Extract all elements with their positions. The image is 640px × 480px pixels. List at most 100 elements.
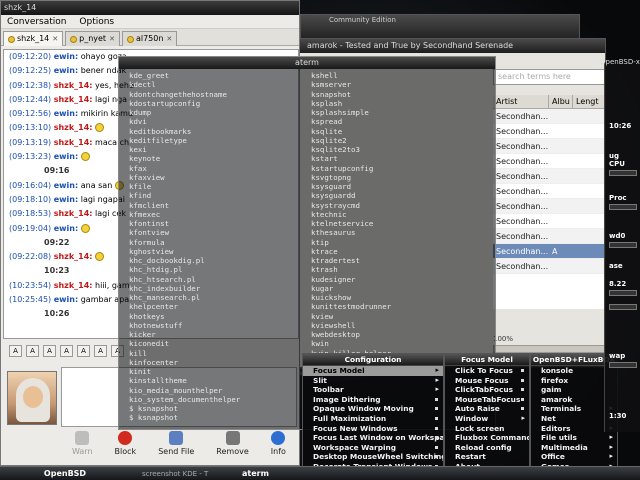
focus-model-menu[interactable]: Focus Model Click To Focus Mouse Focus Clic… xyxy=(444,353,530,479)
menu-item-mousetabfocus[interactable]: MouseTabFocus xyxy=(445,395,529,405)
terminal-line: kfind xyxy=(129,191,152,201)
task-screenshot[interactable]: screenshot KDE - T xyxy=(130,470,230,478)
close-tab-icon[interactable]: ✕ xyxy=(166,32,172,46)
dockapp-label: wd0 xyxy=(609,232,626,240)
menu-item-multimedia[interactable]: Multimedia xyxy=(531,443,617,453)
playlist-row[interactable]: Secondhan... A xyxy=(493,244,605,259)
block-button[interactable]: Block xyxy=(114,431,137,461)
workspace-name[interactable]: OpenBSD xyxy=(0,469,130,478)
tab-shzk_14[interactable]: shzk_14 ✕ xyxy=(3,31,64,46)
menu-item-office[interactable]: Office xyxy=(531,452,617,462)
warn-button[interactable]: Warn xyxy=(72,431,93,461)
close-tab-icon[interactable]: ✕ xyxy=(52,32,58,46)
menu-item-auto-raise[interactable]: Auto Raise xyxy=(445,404,529,414)
terminal-line: khelpcenter xyxy=(129,302,178,312)
message-time: (09:22:08) xyxy=(9,252,52,262)
terminal-line: ksnapshot xyxy=(311,89,352,99)
playlist-row[interactable]: Secondhan... xyxy=(493,184,605,199)
chat-actions: Warn Block Send File Remove Info xyxy=(61,431,297,461)
tab-p_nyet[interactable]: p_nyet ✕ xyxy=(65,31,120,46)
menu-options[interactable]: Options xyxy=(79,17,114,27)
playlist-row[interactable]: Secondhan... xyxy=(493,139,605,154)
task-aterm[interactable]: aterm xyxy=(230,469,330,478)
smiley-icon xyxy=(95,123,105,133)
tab-al750n[interactable]: al750n ✕ xyxy=(121,31,178,46)
column-length[interactable]: Lengt xyxy=(573,95,605,108)
menu-item-focus-last-window-on-workspace[interactable]: Focus Last Window on Workspace xyxy=(303,433,443,443)
row-album xyxy=(549,124,573,138)
message-nick: ewin: xyxy=(53,109,79,119)
configuration-menu[interactable]: ConfigurationFocus ModelSlitToolbarImage… xyxy=(302,353,444,479)
playlist-row[interactable]: Secondhan... xyxy=(493,214,605,229)
send-file-button[interactable]: Send File xyxy=(158,431,194,461)
terminal-line: keynote xyxy=(129,154,161,164)
menu-item-reload-config[interactable]: Reload config xyxy=(445,443,529,453)
menu-item-mouse-focus[interactable]: Mouse Focus xyxy=(445,376,529,386)
message-text: ana san xyxy=(78,180,113,190)
menu-item-window[interactable]: Window xyxy=(445,414,529,424)
terminal-line: kviewshell xyxy=(311,320,356,330)
column-artist[interactable]: Artist xyxy=(493,95,549,108)
row-album xyxy=(549,139,573,153)
row-artist: Secondhan... xyxy=(496,232,549,241)
menu-item-toolbar[interactable]: Toolbar xyxy=(303,385,443,395)
playlist-row[interactable]: Secondhan... xyxy=(493,259,605,274)
format-button[interactable]: A xyxy=(26,345,39,357)
dockapp-meter xyxy=(609,290,637,296)
menu-item-file-utils[interactable]: File utils xyxy=(531,433,617,443)
info-button[interactable]: Info xyxy=(271,431,286,461)
menu-item-lock-screen[interactable]: Lock screen xyxy=(445,424,529,434)
dockapp-label: 10:26 xyxy=(609,122,632,130)
menu-item-image-dithering[interactable]: Image Dithering xyxy=(303,395,443,405)
terminal-line: kicker xyxy=(129,330,156,339)
format-button[interactable]: A xyxy=(9,345,22,357)
message-time: (09:12:44) xyxy=(9,94,52,104)
menu-item-focus-new-windows[interactable]: Focus New Windows xyxy=(303,424,443,434)
progress-bar[interactable] xyxy=(493,345,605,353)
format-button[interactable]: A xyxy=(60,345,73,357)
terminal-line: ktelnetservice xyxy=(311,219,374,228)
playlist-row[interactable]: Secondhan... xyxy=(493,124,605,139)
menu-item-fluxbox-command[interactable]: Fluxbox Command xyxy=(445,433,529,443)
terminal-line: ktradertest xyxy=(311,256,360,265)
menu-item-clicktabfocus[interactable]: ClickTabFocus xyxy=(445,385,529,395)
menu-item-click-to-focus[interactable]: Click To Focus xyxy=(445,366,529,376)
message-time: (09:13:10) xyxy=(9,123,52,133)
menu-item-workspace-warping[interactable]: Workspace Warping xyxy=(303,443,443,453)
terminal-line: khc_htsearch.pl xyxy=(129,274,196,284)
playlist-row[interactable]: Secondhan... xyxy=(493,169,605,184)
format-button[interactable]: A xyxy=(94,345,107,357)
playlist-row[interactable]: Secondhan... xyxy=(493,229,605,244)
menu-item-focus-model[interactable]: Focus Model xyxy=(303,366,443,376)
menu-item-opaque-window-moving[interactable]: Opaque Window Moving xyxy=(303,404,443,414)
menu-item-desktop-mousewheel-switching[interactable]: Desktop MouseWheel Switching xyxy=(303,452,443,462)
terminal-line: kshell xyxy=(311,71,338,80)
terminal-line: kspread xyxy=(311,117,343,127)
action-label: Block xyxy=(114,447,137,456)
menu-item-restart[interactable]: Restart xyxy=(445,452,529,462)
format-button[interactable]: A xyxy=(43,345,56,357)
terminal-line: kinit xyxy=(129,367,152,376)
menu-item-full-maximization[interactable]: Full Maximization xyxy=(303,414,443,424)
playlist-row[interactable]: Secondhan... xyxy=(493,154,605,169)
column-album[interactable]: Albu xyxy=(549,95,573,108)
playlist-row[interactable]: Secondhan... xyxy=(493,109,605,124)
chat-titlebar[interactable]: shzk_14 xyxy=(1,1,299,15)
terminal-line: ksplash xyxy=(311,98,343,108)
menu-item-slit[interactable]: Slit xyxy=(303,376,443,386)
playlist-search-input[interactable]: search terms here xyxy=(493,69,605,85)
remove-button[interactable]: Remove xyxy=(216,431,249,461)
playlist-header: Artist Albu Lengt xyxy=(493,95,605,109)
dockapp-label: 1:30 xyxy=(609,412,627,420)
progress-label: 100% xyxy=(493,335,514,343)
playlist[interactable]: Artist Albu Lengt Secondhan... Secondhan.… xyxy=(493,95,605,309)
message-time: (09:18:10) xyxy=(9,194,52,204)
aterm-titlebar[interactable]: aterm xyxy=(119,57,495,69)
close-tab-icon[interactable]: ✕ xyxy=(109,32,115,46)
message-nick: ewin: xyxy=(53,295,79,305)
playlist-row[interactable]: Secondhan... xyxy=(493,199,605,214)
message-time: (09:12:25) xyxy=(9,66,52,76)
terminal-line: kio_system_documenthelper xyxy=(129,394,241,404)
format-button[interactable]: A xyxy=(77,345,90,357)
menu-conversation[interactable]: Conversation xyxy=(7,17,67,27)
